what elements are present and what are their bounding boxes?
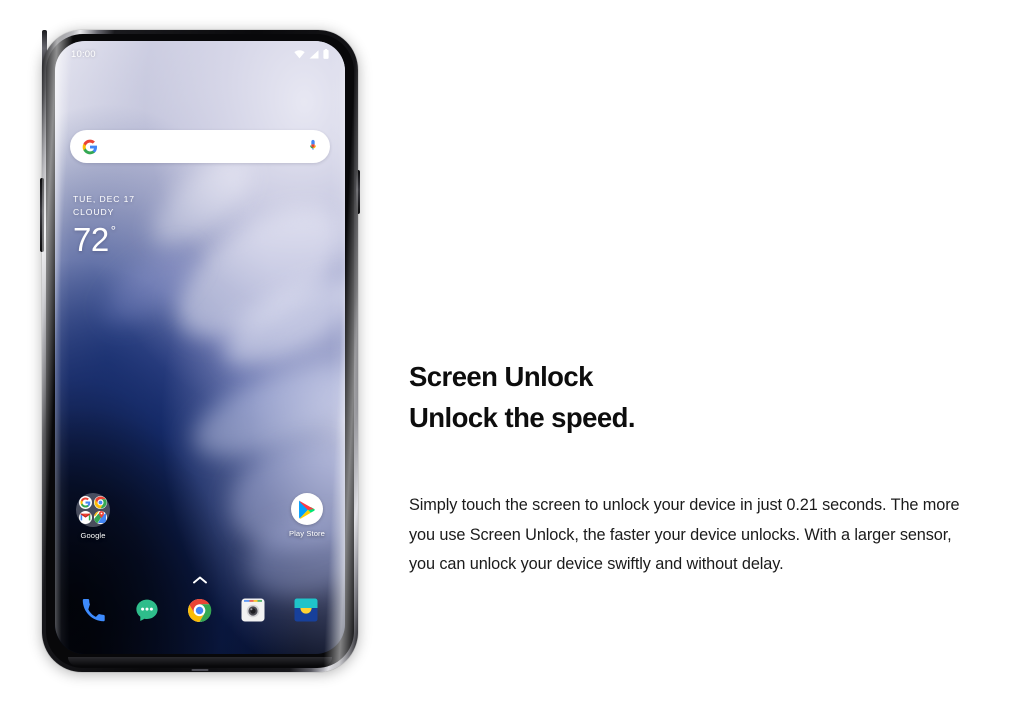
app-label: Play Store (288, 529, 326, 538)
google-g-icon (82, 139, 98, 154)
dock-icon-phone[interactable] (80, 597, 107, 624)
app-icon-google-folder[interactable]: Google (63, 493, 123, 540)
camera-icon (241, 598, 265, 622)
chrome-icon (188, 598, 212, 622)
google-folder-icon (76, 493, 110, 527)
chrome-icon (93, 496, 107, 510)
headline-line-2: Unlock the speed. (409, 402, 636, 433)
app-label: Google (80, 531, 106, 540)
wifi-icon (294, 49, 305, 58)
gallery-icon (294, 598, 318, 622)
cloud-wisp (154, 180, 345, 364)
signal-icon (309, 49, 319, 58)
usb-c-port (191, 668, 209, 671)
cloud-wisp (182, 347, 345, 475)
phone-icon (82, 598, 105, 621)
phone-device: 10:00 TUE, DEC 17 CLOUDY 72 ° Google Pla… (40, 30, 360, 672)
dock-icon-messages[interactable] (133, 597, 160, 624)
google-search-bar[interactable] (70, 130, 330, 163)
volume-rocker-button[interactable] (40, 178, 44, 252)
play-store-icon (291, 493, 323, 525)
weather-temperature-row: 72 ° (73, 222, 135, 258)
home-screen-apps: Google Play Store (55, 493, 345, 555)
dock (55, 590, 345, 630)
app-drawer-handle[interactable] (55, 576, 345, 584)
dock-icon-gallery[interactable] (293, 597, 320, 624)
microphone-icon[interactable] (308, 139, 318, 154)
degree-symbol: ° (110, 223, 116, 238)
gmail-icon (79, 510, 93, 524)
body-paragraph: Simply touch the screen to unlock your d… (409, 496, 960, 573)
chevron-up-icon (193, 576, 207, 584)
messages-icon (136, 599, 158, 621)
battery-icon (323, 49, 329, 59)
cloud-wisp (212, 260, 345, 383)
app-icon-play-store[interactable]: Play Store (277, 493, 337, 538)
status-time: 10:00 (71, 48, 96, 60)
page-title: Screen Unlock Unlock the speed. (409, 356, 989, 438)
weather-condition: CLOUDY (73, 207, 115, 217)
dock-icon-chrome[interactable] (186, 597, 213, 624)
weather-temperature: 72 (73, 221, 109, 258)
headline-line-1: Screen Unlock (409, 361, 593, 392)
dock-icon-camera[interactable] (240, 597, 267, 624)
status-icons (294, 49, 329, 59)
status-bar: 10:00 (55, 41, 345, 67)
power-button[interactable] (356, 170, 360, 214)
phone-screen[interactable]: 10:00 TUE, DEC 17 CLOUDY 72 ° Google Pla… (55, 41, 345, 654)
marketing-copy: Screen Unlock Unlock the speed. Simply t… (409, 356, 989, 580)
weather-widget[interactable]: TUE, DEC 17 CLOUDY 72 ° (73, 193, 135, 258)
google-g-icon (79, 496, 93, 510)
maps-icon (93, 510, 107, 524)
weather-date: TUE, DEC 17 (73, 194, 135, 204)
